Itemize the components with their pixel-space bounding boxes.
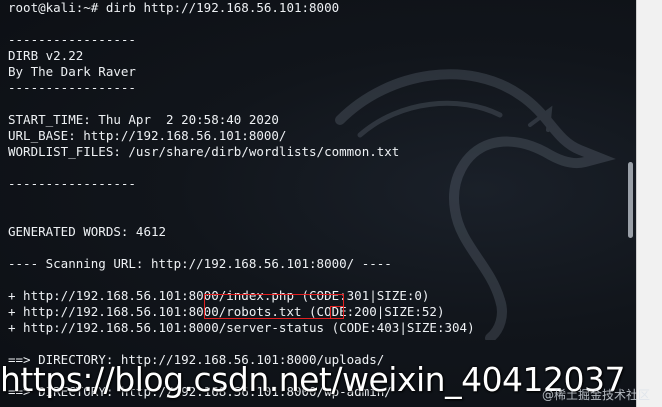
- watermark-tag: @稀土掘金技术社区: [541, 388, 650, 402]
- separator-line: -----------------: [8, 176, 136, 191]
- dirb-version: DIRB v2.22: [8, 48, 84, 63]
- url-base: URL_BASE: http://192.168.56.101:8000/: [8, 128, 287, 143]
- generated-words: GENERATED WORDS: 4612: [8, 224, 167, 239]
- start-time: START_TIME: Thu Apr 2 20:58:40 2020: [8, 112, 279, 127]
- watermark-url: https://blog.csdn.net/weixin_40412037: [0, 360, 626, 399]
- terminal-output: root@kali:~# dirb http://192.168.56.101:…: [8, 0, 628, 399]
- separator-line: -----------------: [8, 80, 136, 95]
- scanning-url: ---- Scanning URL: http://192.168.56.101…: [8, 256, 392, 271]
- adjacent-window-edge: [636, 0, 662, 407]
- scrollbar-thumb[interactable]: [628, 162, 633, 238]
- dirb-author: By The Dark Raver: [8, 64, 136, 79]
- terminal-window[interactable]: root@kali:~# dirb http://192.168.56.101:…: [0, 0, 662, 407]
- terminal-scrollbar[interactable]: [626, 0, 636, 407]
- robots-highlight-box: [204, 294, 344, 319]
- result-line: + http://192.168.56.101:8000/server-stat…: [8, 320, 475, 335]
- separator-line: -----------------: [8, 32, 136, 47]
- prompt-line: root@kali:~# dirb http://192.168.56.101:…: [8, 0, 340, 15]
- code-highlight-box: [330, 306, 344, 319]
- wordlist-files: WORDLIST_FILES: /usr/share/dirb/wordlist…: [8, 144, 400, 159]
